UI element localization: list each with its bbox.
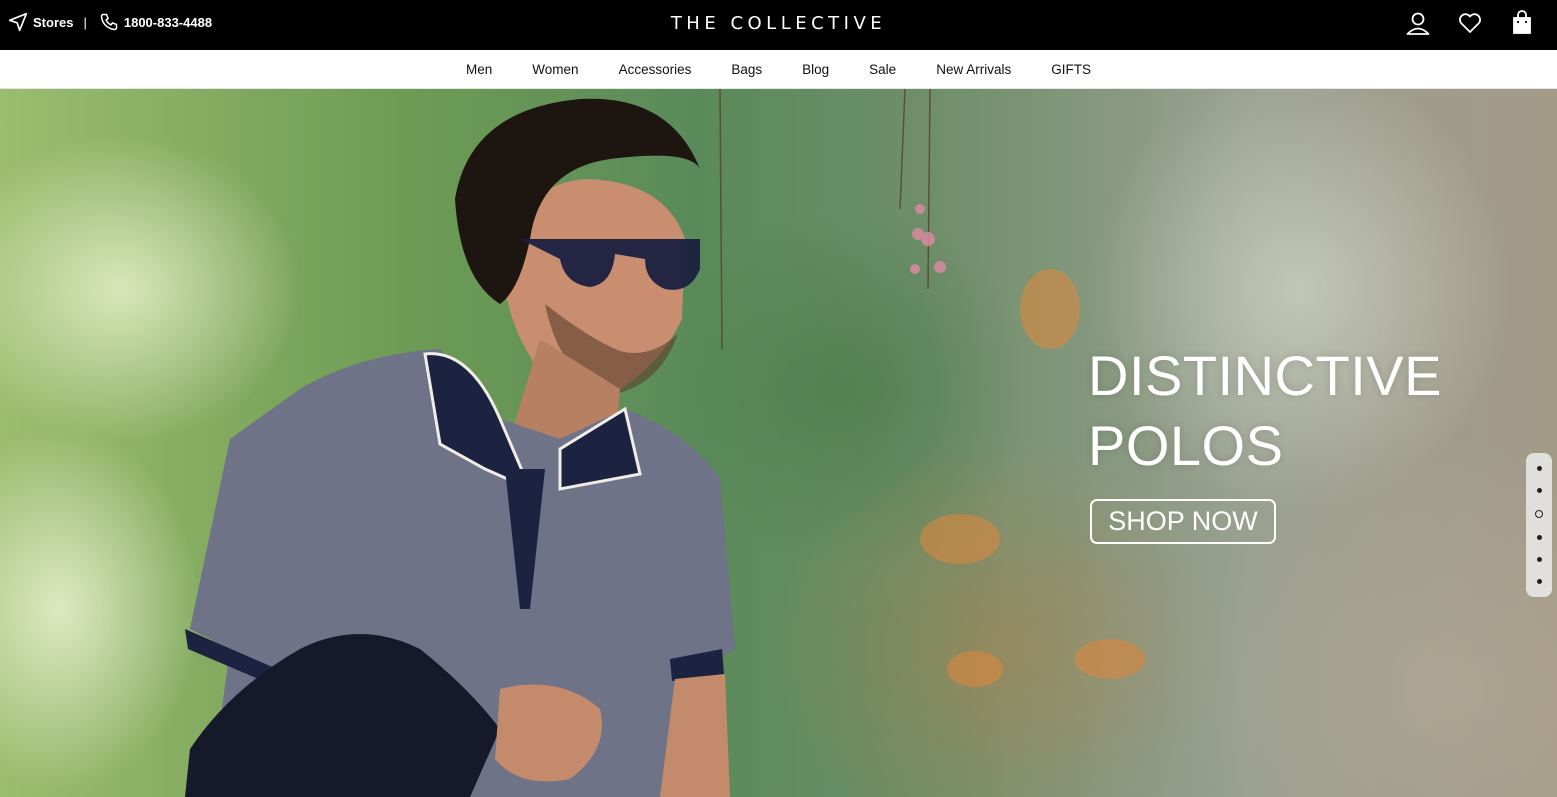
- top-bar-actions: [1405, 10, 1535, 36]
- shopping-bag-icon[interactable]: [1509, 10, 1535, 36]
- carousel-dot-3[interactable]: [1535, 509, 1543, 518]
- hero-headline-line2: POLOS: [1088, 414, 1284, 477]
- account-icon[interactable]: [1405, 10, 1431, 36]
- nav-item-new-arrivals[interactable]: New Arrivals: [936, 62, 1011, 77]
- hero-headline-line1: DISTINCTIVE: [1088, 344, 1442, 407]
- shop-now-button[interactable]: SHOP NOW: [1090, 499, 1276, 544]
- carousel-dot-4[interactable]: [1536, 535, 1542, 541]
- hero-headline: DISTINCTIVE POLOS: [1088, 341, 1442, 481]
- nav-item-bags[interactable]: Bags: [731, 62, 762, 77]
- carousel-pager: [1526, 453, 1552, 597]
- carousel-dot-2[interactable]: [1536, 487, 1542, 493]
- nav-item-men[interactable]: Men: [466, 62, 492, 77]
- nav-item-women[interactable]: Women: [532, 62, 578, 77]
- carousel-dot-5[interactable]: [1536, 557, 1542, 563]
- brand-logo[interactable]: THE COLLECTIVE: [0, 13, 1557, 34]
- carousel-dot-6[interactable]: [1536, 579, 1542, 585]
- nav-item-gifts[interactable]: GIFTS: [1051, 62, 1091, 77]
- main-nav: Men Women Accessories Bags Blog Sale New…: [0, 50, 1557, 89]
- nav-item-blog[interactable]: Blog: [802, 62, 829, 77]
- carousel-dot-1[interactable]: [1536, 465, 1542, 471]
- hero-banner[interactable]: DISTINCTIVE POLOS SHOP NOW: [0, 89, 1557, 797]
- nav-item-accessories[interactable]: Accessories: [619, 62, 692, 77]
- nav-item-sale[interactable]: Sale: [869, 62, 896, 77]
- top-bar: Stores | 1800-833-4488 THE COLLECTIVE: [0, 0, 1557, 50]
- wishlist-heart-icon[interactable]: [1457, 10, 1483, 36]
